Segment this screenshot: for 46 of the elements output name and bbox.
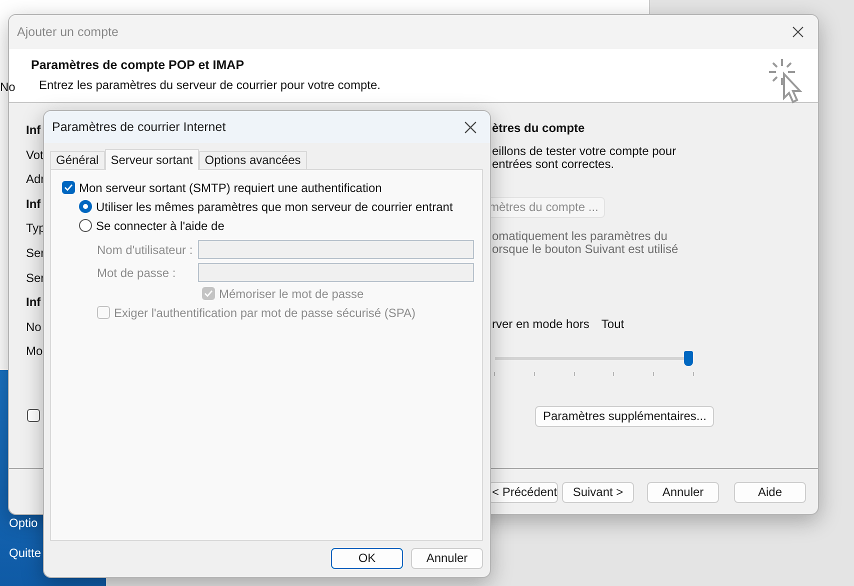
sidebar-item[interactable]: Quitte xyxy=(9,546,42,561)
tab[interactable]: Serveur sortant xyxy=(104,149,199,170)
radio-button[interactable] xyxy=(79,219,92,232)
section-heading: ètres du compte xyxy=(492,122,586,135)
field-label: Ser xyxy=(26,246,45,260)
close-icon xyxy=(464,120,476,134)
checkbox[interactable] xyxy=(62,181,75,194)
more-settings-button[interactable]: Paramètres supplémentaires... xyxy=(535,406,714,427)
dialog-button[interactable]: Annuler xyxy=(647,482,719,502)
field-label: Adr xyxy=(26,172,45,186)
header-subtitle: Entrez les paramètres du serveur de courrier pour votre compte. xyxy=(39,76,380,94)
slider[interactable] xyxy=(495,351,693,366)
dialog-button[interactable]: OK xyxy=(331,548,403,569)
checkbox-label: Mémoriser le mot de passe xyxy=(219,286,364,302)
radio-label: Se connecter à l'aide de xyxy=(96,218,224,234)
dialog-button[interactable]: Annuler xyxy=(411,548,483,569)
tab[interactable]: Options avancées xyxy=(198,151,307,169)
dialog-button[interactable]: < Précédent xyxy=(488,482,558,502)
header-title: Paramètres de compte POP et IMAP xyxy=(31,57,246,74)
description-text: eillons de tester votre compte pour entrées sont correctes. xyxy=(492,145,678,171)
window-title: Ajouter un compte xyxy=(17,24,118,41)
slider-thumb[interactable] xyxy=(684,351,693,366)
close-icon xyxy=(792,26,804,38)
sidebar-item[interactable]: Optio xyxy=(9,516,38,531)
field-label: Vot xyxy=(26,148,44,162)
text-fragment: No xyxy=(0,79,16,96)
checkbox-label: Mon serveur sortant (SMTP) requiert une authentification xyxy=(79,180,382,196)
field-label: No xyxy=(26,320,42,334)
dialog-button[interactable]: Suivant > xyxy=(562,482,634,502)
section-heading: Inf xyxy=(26,295,41,310)
dialog-button[interactable]: Aide xyxy=(734,482,806,502)
radio-button[interactable] xyxy=(79,200,92,213)
section-heading: Inf xyxy=(26,196,41,211)
field-label: Mo xyxy=(26,344,43,358)
description-text: omatiquement les paramètres du orsque le bouton Suivant est utilisé xyxy=(492,230,680,256)
window-title: Paramètres de courrier Internet xyxy=(52,118,226,136)
field-label: Nom d'utilisateur : xyxy=(97,242,193,258)
radio-label: Utiliser les mêmes paramètres que mon serveur de courrier entrant xyxy=(96,198,453,216)
section-heading: Inf xyxy=(26,123,41,137)
tab[interactable]: Général xyxy=(50,151,105,169)
offline-label: rver en mode hors xyxy=(492,318,590,331)
slider-value: Tout xyxy=(601,318,624,331)
field-label: Ser xyxy=(26,270,45,285)
checkbox-label: Exiger l'authentification par mot de passe sécurisé (SPA) xyxy=(114,304,416,322)
field-label: Mot de passe : xyxy=(97,264,176,282)
checkbox[interactable] xyxy=(27,408,40,422)
